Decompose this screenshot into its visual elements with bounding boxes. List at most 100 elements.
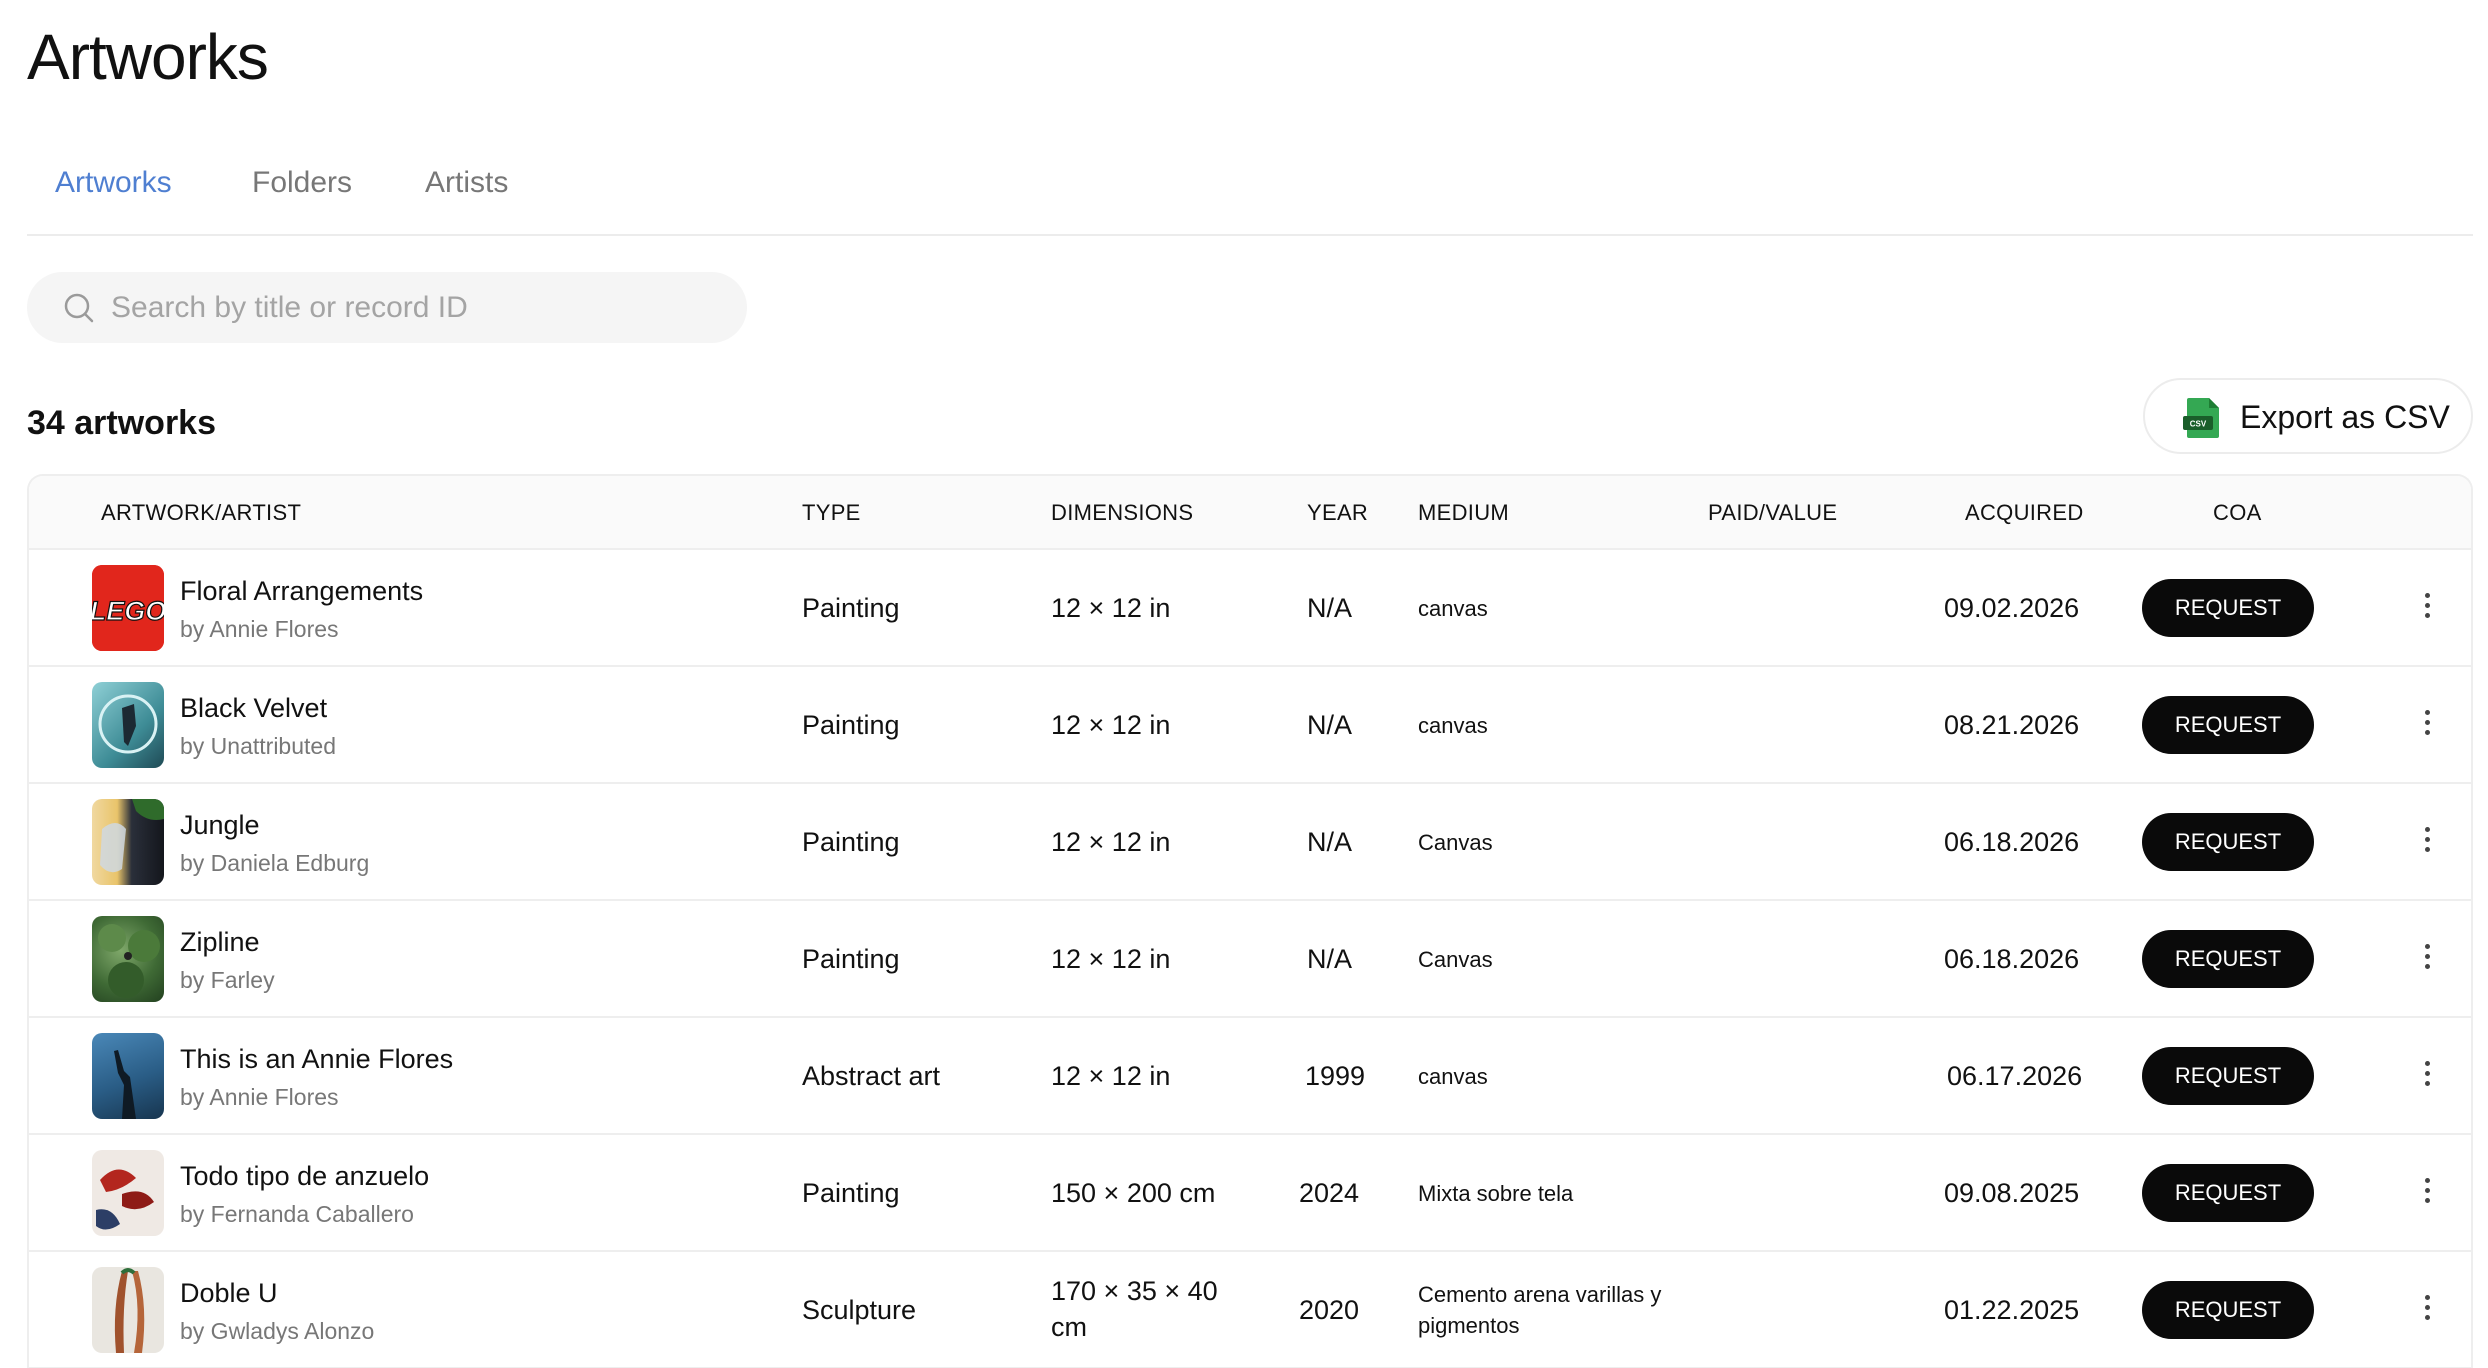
- more-options-icon[interactable]: [2419, 589, 2435, 627]
- search-icon: [64, 293, 94, 323]
- more-options-icon[interactable]: [2419, 1057, 2435, 1095]
- artist-name: by Fernanda Caballero: [180, 1201, 414, 1227]
- artwork-year: 1999: [1305, 1061, 1366, 1091]
- artwork-dimensions-line2: cm: [1051, 1312, 1087, 1342]
- more-options-icon[interactable]: [2419, 1174, 2435, 1212]
- csv-file-icon: CSV: [2183, 398, 2219, 438]
- table-row[interactable]: LEGO Floral Arrangements by Annie Flores…: [29, 550, 2471, 667]
- artwork-title[interactable]: Jungle: [180, 810, 260, 841]
- artwork-type: Abstract art: [802, 1061, 941, 1091]
- artwork-title[interactable]: Todo tipo de anzuelo: [180, 1161, 429, 1192]
- search-input[interactable]: [111, 272, 711, 343]
- artwork-year: 2020: [1299, 1295, 1360, 1325]
- artwork-medium: canvas: [1418, 1064, 1488, 1089]
- artwork-title[interactable]: Zipline: [180, 927, 260, 958]
- table-row[interactable]: This is an Annie Flores by Annie Flores …: [29, 1018, 2471, 1135]
- table-header: ARTWORK/ARTIST TYPE DIMENSIONS YEAR MEDI…: [29, 476, 2471, 550]
- artwork-acquired: 06.17.2026: [1947, 1061, 2083, 1091]
- column-header-coa[interactable]: COA: [2213, 500, 2262, 526]
- artwork-acquired: 09.02.2026: [1944, 593, 2080, 623]
- artwork-dimensions: 12 × 12 in: [1051, 827, 1171, 857]
- artist-name: by Unattributed: [180, 733, 336, 759]
- artwork-medium-line2: pigmentos: [1418, 1313, 1520, 1338]
- artwork-thumbnail[interactable]: [92, 682, 164, 768]
- artwork-dimensions: 12 × 12 in: [1051, 944, 1171, 974]
- artwork-thumbnail[interactable]: [92, 799, 164, 885]
- artwork-thumbnail[interactable]: LEGO: [92, 565, 164, 651]
- artwork-title[interactable]: Doble U: [180, 1278, 278, 1309]
- coa-request-button[interactable]: REQUEST: [2142, 813, 2314, 871]
- coa-request-button[interactable]: REQUEST: [2142, 1047, 2314, 1105]
- artwork-image: [98, 924, 160, 998]
- column-header-dimensions[interactable]: DIMENSIONS: [1051, 500, 1193, 526]
- table-row[interactable]: Doble U by Gwladys Alonzo Sculpture 170 …: [29, 1252, 2471, 1368]
- artwork-acquired: 06.18.2026: [1944, 944, 2080, 974]
- more-options-icon[interactable]: [2419, 1291, 2435, 1329]
- more-options-icon[interactable]: [2419, 940, 2435, 978]
- lego-logo-image: LEGO: [92, 565, 164, 651]
- table-row[interactable]: Todo tipo de anzuelo by Fernanda Caballe…: [29, 1135, 2471, 1252]
- artwork-medium: canvas: [1418, 713, 1488, 738]
- tab-folders[interactable]: Folders: [252, 166, 352, 200]
- column-header-year[interactable]: YEAR: [1307, 500, 1368, 526]
- artwork-dimensions-line1: 170 × 35 × 40: [1051, 1276, 1218, 1306]
- table-row[interactable]: Jungle by Daniela Edburg Painting 12 × 1…: [29, 784, 2471, 901]
- export-csv-button[interactable]: CSV Export as CSV: [2143, 378, 2473, 454]
- artwork-type: Painting: [802, 1178, 900, 1208]
- artwork-year: N/A: [1307, 827, 1353, 857]
- artwork-acquired: 09.08.2025: [1944, 1178, 2080, 1208]
- artworks-table: ARTWORK/ARTIST TYPE DIMENSIONS YEAR MEDI…: [27, 474, 2473, 1368]
- column-header-artwork-artist[interactable]: ARTWORK/ARTIST: [101, 500, 301, 526]
- coa-request-button[interactable]: REQUEST: [2142, 696, 2314, 754]
- coa-request-button[interactable]: REQUEST: [2142, 930, 2314, 988]
- artwork-medium: Canvas: [1418, 947, 1493, 972]
- artist-name: by Gwladys Alonzo: [180, 1318, 375, 1344]
- artwork-image: [100, 799, 164, 873]
- artwork-acquired: 08.21.2026: [1944, 710, 2080, 740]
- column-header-medium[interactable]: MEDIUM: [1418, 500, 1509, 526]
- artwork-year: N/A: [1307, 593, 1353, 623]
- coa-request-button[interactable]: REQUEST: [2142, 1164, 2314, 1222]
- artwork-title[interactable]: Floral Arrangements: [180, 576, 423, 607]
- artwork-type: Painting: [802, 593, 900, 623]
- artwork-medium: Mixta sobre tela: [1418, 1181, 1574, 1206]
- artwork-year: 2024: [1299, 1178, 1360, 1208]
- page-title: Artworks: [27, 21, 269, 93]
- artist-name: by Annie Flores: [180, 616, 339, 642]
- column-header-paid-value[interactable]: PAID/VALUE: [1708, 500, 1837, 526]
- artwork-type: Sculpture: [802, 1295, 917, 1325]
- artwork-title[interactable]: Black Velvet: [180, 693, 327, 724]
- artwork-image: [114, 1268, 145, 1353]
- tab-artists[interactable]: Artists: [425, 166, 508, 200]
- tab-bar: Artworks Folders Artists: [27, 150, 2473, 236]
- artwork-dimensions: 12 × 12 in: [1051, 593, 1171, 623]
- artist-name: by Annie Flores: [180, 1084, 339, 1110]
- artwork-title[interactable]: This is an Annie Flores: [180, 1044, 453, 1075]
- tab-artworks[interactable]: Artworks: [55, 166, 172, 200]
- artwork-thumbnail[interactable]: [92, 916, 164, 1002]
- artwork-thumbnail[interactable]: [92, 1267, 164, 1353]
- search-bar: [27, 272, 747, 343]
- more-options-icon[interactable]: [2419, 823, 2435, 861]
- coa-request-button[interactable]: REQUEST: [2142, 579, 2314, 637]
- column-header-type[interactable]: TYPE: [802, 500, 861, 526]
- artwork-thumbnail[interactable]: [92, 1150, 164, 1236]
- artwork-acquired: 01.22.2025: [1944, 1295, 2080, 1325]
- artwork-year: N/A: [1307, 710, 1353, 740]
- artwork-thumbnail[interactable]: [92, 1033, 164, 1119]
- table-row[interactable]: Black Velvet by Unattributed Painting 12…: [29, 667, 2471, 784]
- artwork-type: Painting: [802, 944, 900, 974]
- artwork-dimensions: 150 × 200 cm: [1051, 1178, 1216, 1208]
- export-csv-label: Export as CSV: [2240, 399, 2450, 435]
- artwork-medium: Canvas: [1418, 830, 1493, 855]
- column-header-acquired[interactable]: ACQUIRED: [1965, 500, 2084, 526]
- artist-name: by Farley: [180, 967, 275, 993]
- artwork-medium: canvas: [1418, 596, 1488, 621]
- table-row[interactable]: Zipline by Farley Painting 12 × 12 in N/…: [29, 901, 2471, 1018]
- more-options-icon[interactable]: [2419, 706, 2435, 744]
- coa-request-button[interactable]: REQUEST: [2142, 1281, 2314, 1339]
- artwork-acquired: 06.18.2026: [1944, 827, 2080, 857]
- artwork-image: [114, 1050, 136, 1119]
- artwork-type: Painting: [802, 827, 900, 857]
- artwork-dimensions: 12 × 12 in: [1051, 710, 1171, 740]
